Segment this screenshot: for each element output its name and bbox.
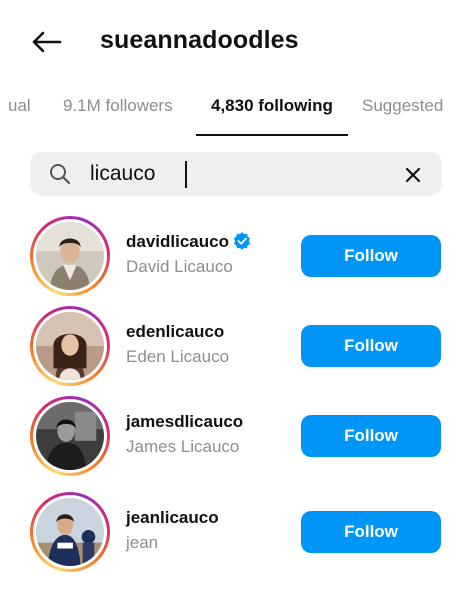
search-icon <box>50 164 71 185</box>
page-title: sueannadoodles <box>100 26 299 54</box>
active-tab-indicator <box>196 134 348 136</box>
full-name: jean <box>126 533 159 552</box>
avatar[interactable] <box>30 306 110 386</box>
follow-button[interactable]: Follow <box>301 235 441 277</box>
list-item[interactable]: jamesdlicauco James Licauco Follow <box>0 392 474 482</box>
avatar[interactable] <box>30 216 110 296</box>
tab-suggested[interactable]: Suggested <box>362 96 443 116</box>
profile-photo <box>36 402 104 470</box>
follow-button[interactable]: Follow <box>301 325 441 367</box>
text-caret <box>185 161 187 188</box>
username[interactable]: davidlicauco <box>126 232 251 252</box>
search-input[interactable] <box>90 160 390 188</box>
tab-bar: ual 9.1M followers 4,830 following Sugge… <box>0 84 474 136</box>
arrow-left-icon <box>32 31 62 53</box>
tab-followers[interactable]: 9.1M followers <box>63 96 173 116</box>
full-name: David Licauco <box>126 257 233 276</box>
full-name: Eden Licauco <box>126 347 230 366</box>
list-item[interactable]: davidlicauco David Licauco Follow <box>0 212 474 302</box>
profile-photo <box>36 498 104 566</box>
avatar[interactable] <box>30 492 110 572</box>
full-name: James Licauco <box>126 437 240 456</box>
back-button[interactable] <box>26 26 66 58</box>
list-item[interactable]: jeanlicauco jean Follow <box>0 488 474 578</box>
profile-photo <box>36 222 104 290</box>
top-bar: sueannadoodles <box>0 0 474 84</box>
username[interactable]: edenlicauco <box>126 322 224 342</box>
username[interactable]: jamesdlicauco <box>126 412 243 432</box>
tab-following[interactable]: 4,830 following <box>211 96 333 116</box>
search-bar <box>30 152 442 196</box>
follow-button[interactable]: Follow <box>301 415 441 457</box>
verified-badge-icon <box>233 232 251 250</box>
tab-mutual[interactable]: ual <box>8 96 31 116</box>
avatar[interactable] <box>30 396 110 476</box>
close-icon[interactable] <box>400 162 426 188</box>
list-item[interactable]: edenlicauco Eden Licauco Follow <box>0 302 474 392</box>
username[interactable]: jeanlicauco <box>126 508 219 528</box>
follow-button[interactable]: Follow <box>301 511 441 553</box>
profile-photo <box>36 312 104 380</box>
